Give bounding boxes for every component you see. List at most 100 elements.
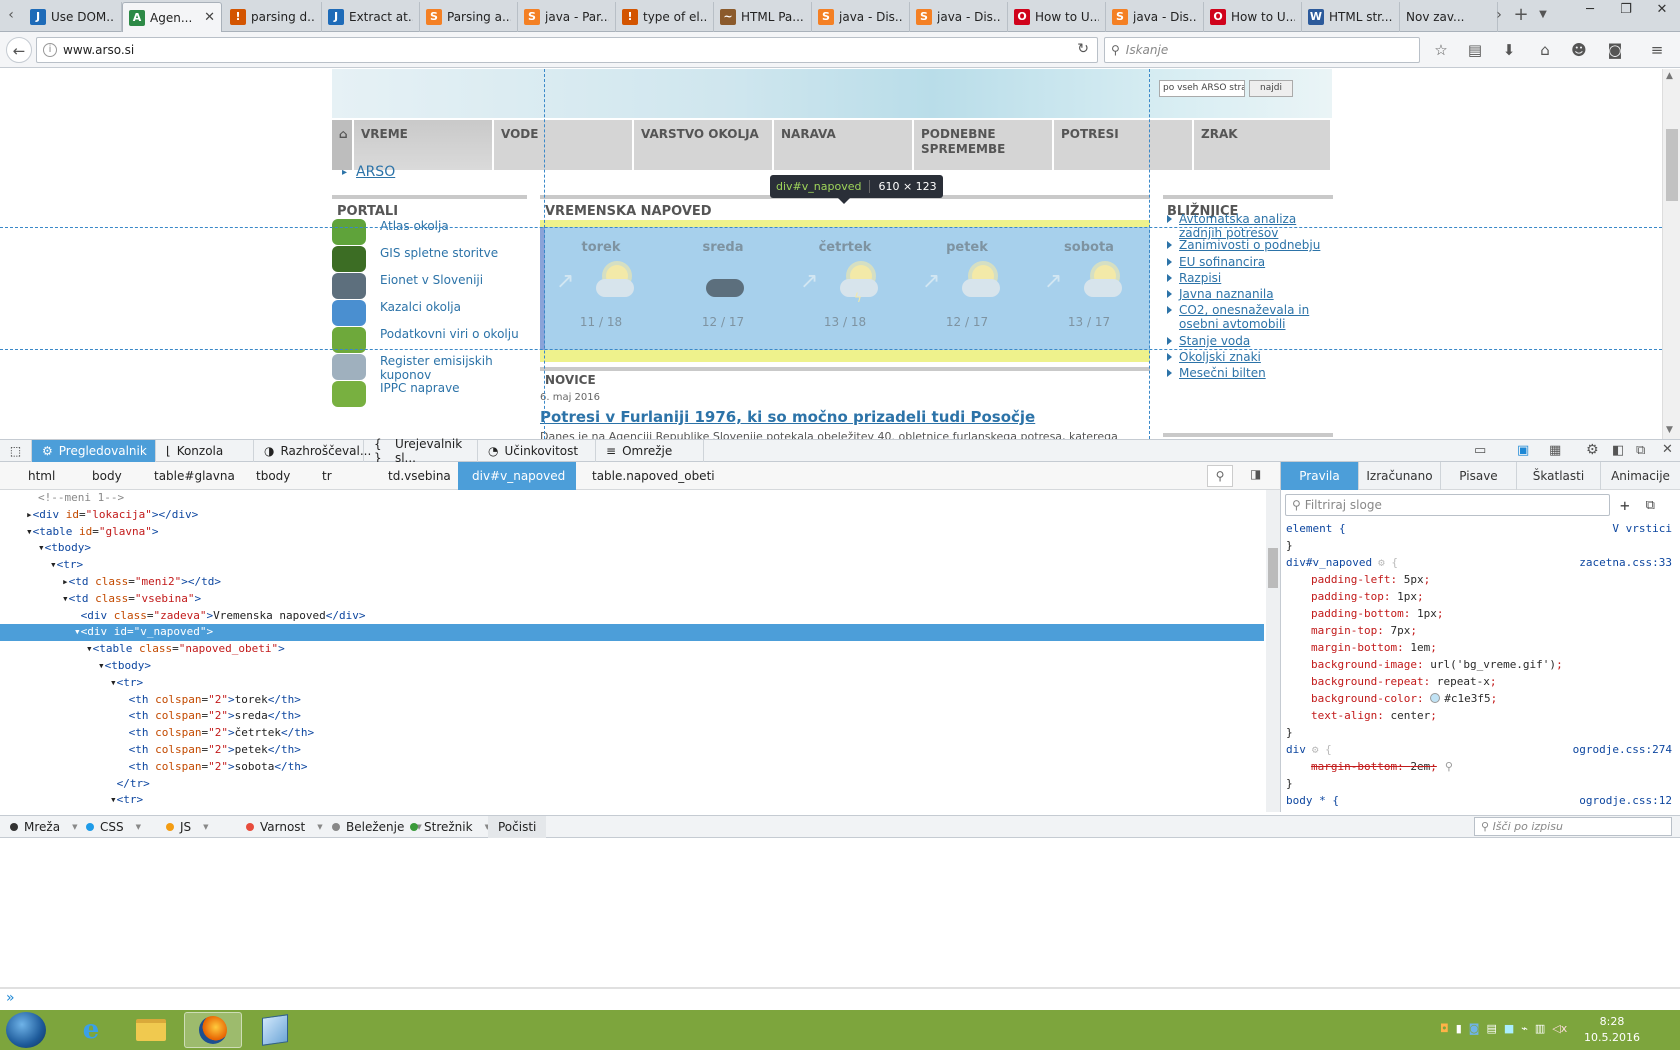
- markup-node[interactable]: <th colspan="2">torek</th>: [0, 692, 1264, 709]
- shortcut-link[interactable]: EU sofinancira: [1167, 255, 1337, 269]
- portal-link[interactable]: Register emisijskih kuponov: [380, 354, 532, 382]
- property-name[interactable]: padding-bottom: [1311, 607, 1404, 620]
- markup-node[interactable]: ▸<td class="meni2"></td>: [0, 574, 1264, 591]
- bookmark-star-icon[interactable]: ☆: [1428, 37, 1454, 63]
- markup-node[interactable]: ▾<tr>: [0, 792, 1264, 809]
- property-name[interactable]: background-color: [1311, 692, 1417, 705]
- console-filter[interactable]: CSS ▼: [80, 816, 147, 838]
- menu-podnebne-spremembe[interactable]: PODNEBNE SPREMEMBE: [914, 120, 1054, 170]
- browser-tab[interactable]: W HTML str...: [1302, 2, 1400, 32]
- scroll-up-icon[interactable]: ▲: [1666, 71, 1673, 81]
- property-name[interactable]: margin-bottom: [1311, 641, 1397, 654]
- pick-element-icon[interactable]: ⬚: [0, 440, 32, 462]
- devtools-tab[interactable]: ⌊ Konzola: [156, 440, 254, 462]
- volume-muted-icon[interactable]: ◁x: [1552, 1022, 1567, 1038]
- browser-tab[interactable]: Sjava - Dis...: [1106, 2, 1204, 32]
- home-icon[interactable]: ⌂: [1532, 37, 1558, 63]
- property-name[interactable]: text-align: [1311, 709, 1377, 722]
- console-filter[interactable]: Mreža ▼: [4, 816, 83, 838]
- rule-selector[interactable]: div ⚙ {ogrodje.css:274: [1281, 741, 1680, 758]
- scroll-thumb[interactable]: [1666, 129, 1678, 201]
- css-property[interactable]: text-align: center;: [1281, 707, 1680, 724]
- portal-link[interactable]: Eionet v Sloveniji: [380, 273, 483, 287]
- browser-tab[interactable]: O How to U...: [1204, 2, 1302, 32]
- page-scrollbar[interactable]: ▲ ▼: [1662, 69, 1680, 439]
- console-filter[interactable]: Strežnik▼: [404, 816, 496, 838]
- flag-icon[interactable]: ◘: [1440, 1022, 1449, 1038]
- markup-node[interactable]: ▾<tbody>: [0, 540, 1264, 557]
- markup-scrollbar[interactable]: [1266, 490, 1280, 812]
- browser-tab[interactable]: Sjava - Par...: [518, 2, 616, 32]
- rule-selector[interactable]: body * {ogrodje.css:12: [1281, 792, 1680, 809]
- rules-tab[interactable]: Pravila: [1281, 462, 1359, 490]
- css-property-overridden[interactable]: margin-bottom: 2em; ⚲: [1281, 758, 1680, 775]
- markup-node[interactable]: ▾<tr>: [0, 557, 1264, 574]
- network-icon[interactable]: ▥: [1535, 1022, 1545, 1038]
- css-property[interactable]: background-repeat: repeat-x;: [1281, 673, 1680, 690]
- firefox-icon[interactable]: [184, 1012, 242, 1048]
- portal-link[interactable]: IPPC naprave: [380, 381, 460, 395]
- news-headline[interactable]: Potresi v Furlaniji 1976, ki so močno pr…: [540, 408, 1035, 426]
- site-search-input[interactable]: po vseh ARSO strani: [1159, 80, 1245, 97]
- tray-icon[interactable]: ▤: [1486, 1022, 1496, 1038]
- property-value[interactable]: 5px: [1404, 573, 1424, 586]
- virtualbox-icon[interactable]: [246, 1012, 304, 1048]
- portal-link[interactable]: Podatkovni viri o okolju: [380, 327, 519, 341]
- breadcrumb-node[interactable]: body: [78, 462, 138, 490]
- color-swatch[interactable]: [1430, 693, 1441, 703]
- markup-node[interactable]: ▾<td class="vsebina">: [0, 591, 1264, 608]
- house-icon[interactable]: ⌂: [332, 120, 354, 170]
- dock-side-icon[interactable]: ◧: [1612, 443, 1624, 458]
- rules-filter-input[interactable]: ⚲ Filtriraj sloge: [1285, 494, 1610, 516]
- rules-tab[interactable]: Izračunano: [1359, 462, 1441, 490]
- pocket-icon[interactable]: ◙: [1602, 37, 1628, 63]
- property-name[interactable]: background-image: [1311, 658, 1417, 671]
- console-filter[interactable]: Varnost ▼: [240, 816, 329, 838]
- portal-item[interactable]: Podatkovni viri o okolju: [332, 327, 532, 356]
- reload-icon[interactable]: ↻: [1077, 41, 1089, 57]
- property-value[interactable]: 1px: [1397, 590, 1417, 603]
- browser-tab[interactable]: J Use DOM...: [24, 2, 122, 32]
- tabs-scroll-right-icon[interactable]: ›: [1488, 0, 1510, 32]
- close-tab-icon[interactable]: ✕: [204, 10, 215, 25]
- clock[interactable]: 8:28 10.5.2016: [1584, 1014, 1640, 1046]
- menu-icon[interactable]: ≡: [1644, 37, 1670, 63]
- shortcut-link[interactable]: Razpisi: [1167, 271, 1337, 285]
- scroll-thumb[interactable]: [1268, 548, 1278, 588]
- devtools-tab[interactable]: ◔ Učinkovitost: [478, 440, 596, 462]
- undock-icon[interactable]: ⧉: [1636, 443, 1645, 458]
- devtools-tab[interactable]: ◑ Razhroščeval...: [254, 440, 371, 462]
- reading-list-icon[interactable]: ▤: [1462, 37, 1488, 63]
- search-input[interactable]: ⚲ Iskanje: [1104, 37, 1420, 63]
- menu-varstvo-okolja[interactable]: VARSTVO OKOLJA: [634, 120, 774, 170]
- shortcut-link[interactable]: Okoljski znaki: [1167, 350, 1337, 364]
- breadcrumb-node[interactable]: div#v_napoved: [458, 462, 576, 490]
- browser-tab[interactable]: O How to U...: [1008, 2, 1106, 32]
- markup-node[interactable]: ▾<table id="glavna">: [0, 524, 1264, 541]
- property-value[interactable]: 7px: [1390, 624, 1410, 637]
- css-property[interactable]: padding-left: 5px;: [1281, 571, 1680, 588]
- css-property[interactable]: padding-top: 1px;: [1281, 588, 1680, 605]
- selector-gear-icon[interactable]: ⚙ {: [1312, 743, 1332, 756]
- magnifier-icon[interactable]: ⚲: [1445, 758, 1453, 775]
- toggle-sidebar-icon[interactable]: ◨: [1250, 467, 1261, 481]
- markup-node[interactable]: </tr>: [0, 776, 1264, 793]
- property-value[interactable]: 1em: [1410, 641, 1430, 654]
- internet-explorer-icon[interactable]: e: [62, 1012, 120, 1048]
- rule-source-link[interactable]: ogrodje.css:274: [1573, 741, 1672, 758]
- shortcut-link[interactable]: Avtomatska analiza zadnjih potresov: [1167, 212, 1337, 240]
- breadcrumb-node[interactable]: tbody: [242, 462, 306, 490]
- menu-vode[interactable]: VODE: [494, 120, 634, 170]
- rules-tab[interactable]: Pisave: [1441, 462, 1517, 490]
- split-console-icon[interactable]: ▭: [1474, 443, 1486, 458]
- toggle-pseudo-class-icon[interactable]: ⧉: [1646, 498, 1655, 513]
- downloads-icon[interactable]: ⬇: [1496, 37, 1522, 63]
- browser-tab[interactable]: Nov zav...: [1400, 2, 1498, 32]
- portal-item[interactable]: Register emisijskih kuponov: [332, 354, 532, 383]
- chat-icon[interactable]: ☻: [1566, 37, 1592, 63]
- minimize-icon[interactable]: ─: [1572, 0, 1608, 20]
- portal-item[interactable]: Kazalci okolja: [332, 300, 532, 329]
- property-value[interactable]: #c1e3f5: [1444, 692, 1490, 705]
- list-tabs-icon[interactable]: ▼: [1532, 0, 1554, 32]
- property-name[interactable]: margin-bottom: [1311, 760, 1397, 773]
